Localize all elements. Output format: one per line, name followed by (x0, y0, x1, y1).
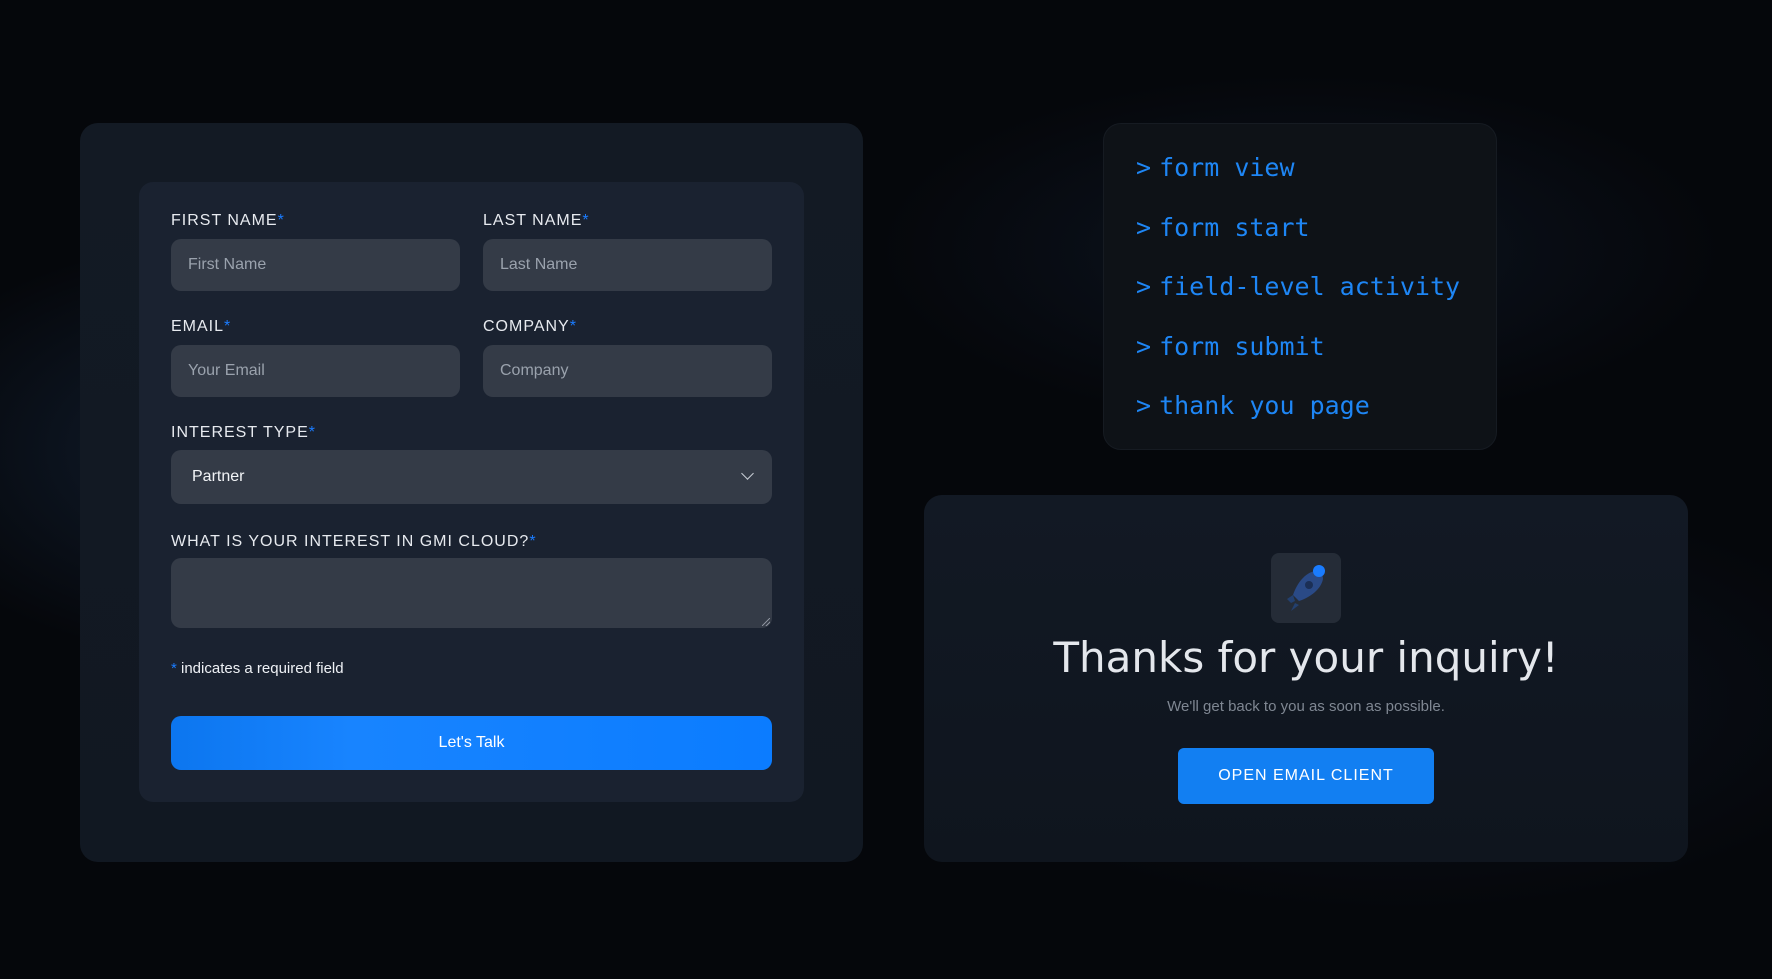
terminal-panel: > form view > form start > field-level acti… (1103, 123, 1497, 450)
first-name-input[interactable]: First Name (171, 239, 460, 291)
email-label: EMAIL* (171, 318, 232, 335)
thank-you-panel: Thanks for your inquiry! We'll get back … (924, 495, 1688, 862)
contact-form-panel: FIRST NAME* First Name LAST NAME* Last N… (80, 123, 863, 862)
interest-text-label: WHAT IS YOUR INTEREST IN GMI CLOUD?* (171, 533, 537, 550)
last-name-input[interactable]: Last Name (483, 239, 772, 291)
thank-you-subtitle: We'll get back to you as soon as possibl… (1167, 698, 1445, 715)
terminal-line: > form start (1136, 213, 1310, 242)
open-email-client-button[interactable]: OPEN EMAIL CLIENT (1178, 748, 1434, 804)
terminal-line: > field-level activity (1136, 272, 1461, 301)
interest-type-select[interactable]: Partner (171, 450, 772, 504)
company-input[interactable]: Company (483, 345, 772, 397)
last-name-label: LAST NAME* (483, 212, 590, 229)
resize-handle-icon[interactable] (762, 618, 770, 626)
interest-type-label: INTEREST TYPE* (171, 424, 317, 441)
first-name-label: FIRST NAME* (171, 212, 285, 229)
required-field-note: * indicates a required field (171, 660, 344, 677)
company-label: COMPANY* (483, 318, 577, 335)
contact-form: FIRST NAME* First Name LAST NAME* Last N… (139, 182, 804, 802)
chevron-down-icon (741, 467, 754, 480)
interest-textarea[interactable] (171, 558, 772, 628)
lets-talk-button[interactable]: Let's Talk (171, 716, 772, 770)
terminal-line: > thank you page (1136, 391, 1370, 420)
interest-type-value: Partner (192, 468, 245, 485)
thank-you-title: Thanks for your inquiry! (1053, 633, 1559, 682)
terminal-line: > form view (1136, 153, 1295, 182)
terminal-line: > form submit (1136, 332, 1325, 361)
rocket-icon (1271, 553, 1341, 623)
email-input[interactable]: Your Email (171, 345, 460, 397)
